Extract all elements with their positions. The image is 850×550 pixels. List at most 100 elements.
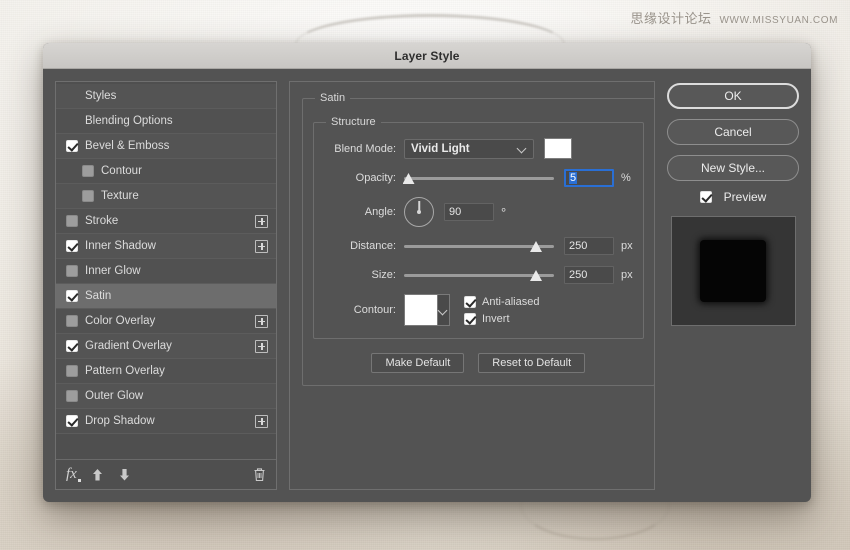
move-down-icon[interactable] [118, 468, 131, 482]
size-input[interactable]: 250 [564, 266, 614, 284]
add-effect-icon[interactable] [255, 340, 268, 353]
size-slider-track [404, 274, 554, 277]
size-slider[interactable] [404, 268, 554, 282]
sidebar-item-stroke[interactable]: Stroke [56, 209, 276, 234]
size-value: 250 [569, 269, 587, 281]
watermark-chinese-text: 思缘设计论坛 [631, 8, 712, 27]
anti-aliased-option[interactable]: Anti-aliased [464, 296, 539, 308]
checkbox[interactable] [66, 315, 78, 327]
angle-dial-hub [417, 210, 421, 214]
add-effect-icon[interactable] [255, 240, 268, 253]
dialog-titlebar[interactable]: Layer Style [43, 43, 811, 69]
sidebar-item-label: Gradient Overlay [85, 340, 255, 352]
contour-thumbnail [405, 295, 437, 325]
sidebar-item-inner-shadow[interactable]: Inner Shadow [56, 234, 276, 259]
checkbox[interactable] [66, 215, 78, 227]
distance-input[interactable]: 250 [564, 237, 614, 255]
blend-mode-value: Vivid Light [411, 143, 518, 155]
contour-row: Contour: [324, 294, 633, 326]
sidebar-item-color-overlay[interactable]: Color Overlay [56, 309, 276, 334]
blend-mode-row: Blend Mode: Vivid Light [324, 138, 633, 159]
satin-color-swatch[interactable] [544, 138, 572, 159]
checkbox[interactable] [66, 390, 78, 402]
delete-icon[interactable] [253, 467, 266, 482]
contour-dropdown-arrow[interactable] [437, 295, 449, 325]
invert-checkbox[interactable] [464, 313, 476, 325]
anti-aliased-label: Anti-aliased [482, 296, 539, 308]
sidebar-item-label: Pattern Overlay [85, 365, 255, 377]
checkbox[interactable] [66, 415, 78, 427]
blend-mode-select[interactable]: Vivid Light [404, 139, 534, 159]
sidebar-item-inner-glow[interactable]: Inner Glow [56, 259, 276, 284]
sidebar-item-label: Styles [85, 90, 255, 102]
new-style-button[interactable]: New Style... [667, 155, 799, 181]
fx-icon[interactable]: fx [66, 466, 77, 483]
structure-group-title: Structure [326, 116, 381, 128]
sidebar-item-label: Inner Glow [85, 265, 255, 277]
sidebar-item-drop-shadow[interactable]: Drop Shadow [56, 409, 276, 434]
sidebar-item-contour[interactable]: Contour [56, 159, 276, 184]
opacity-input[interactable]: 5 [564, 169, 614, 187]
chevron-down-icon [439, 306, 448, 315]
satin-settings-panel: Satin Structure Blend Mode: Vivid Light [289, 81, 655, 490]
checkbox[interactable] [66, 240, 78, 252]
add-effect-icon[interactable] [255, 315, 268, 328]
contour-picker[interactable] [404, 294, 450, 326]
checkbox[interactable] [66, 265, 78, 277]
angle-unit: ° [501, 208, 506, 217]
sidebar-item-label: Blending Options [85, 115, 255, 127]
sidebar-item-gradient-overlay[interactable]: Gradient Overlay [56, 334, 276, 359]
angle-label: Angle: [324, 206, 404, 218]
distance-unit: px [621, 240, 633, 252]
checkbox[interactable] [66, 140, 78, 152]
sidebar-item-bevel-emboss[interactable]: Bevel & Emboss [56, 134, 276, 159]
distance-value: 250 [569, 240, 587, 252]
make-default-button[interactable]: Make Default [371, 353, 464, 373]
preview-label: Preview [724, 190, 767, 204]
sidebar-item-blending-options[interactable]: Blending Options [56, 109, 276, 134]
checkbox[interactable] [82, 190, 94, 202]
distance-label: Distance: [324, 240, 404, 252]
dialog-actions: OK Cancel New Style... Preview [667, 81, 799, 490]
default-buttons: Make Default Reset to Default [313, 353, 644, 373]
cancel-button[interactable]: Cancel [667, 119, 799, 145]
anti-aliased-checkbox[interactable] [464, 296, 476, 308]
structure-group: Structure Blend Mode: Vivid Light Opacit… [313, 116, 644, 339]
sidebar-item-label: Stroke [85, 215, 255, 227]
styles-list[interactable]: Styles Blending Options Bevel & Emboss Cont… [56, 82, 276, 459]
dialog-body: Styles Blending Options Bevel & Emboss Cont… [43, 69, 811, 502]
angle-input[interactable]: 90 [444, 203, 494, 221]
invert-option[interactable]: Invert [464, 313, 539, 325]
add-effect-icon[interactable] [255, 215, 268, 228]
add-effect-icon[interactable] [255, 415, 268, 428]
watermark-url-text: WWW.MISSYUAN.COM [720, 15, 838, 26]
reset-to-default-button[interactable]: Reset to Default [478, 353, 585, 373]
preview-option[interactable]: Preview [667, 190, 799, 204]
checkbox[interactable] [66, 365, 78, 377]
satin-group: Satin Structure Blend Mode: Vivid Light [302, 92, 655, 386]
sidebar-item-outer-glow[interactable]: Outer Glow [56, 384, 276, 409]
sidebar-item-texture[interactable]: Texture [56, 184, 276, 209]
preview-checkbox[interactable] [700, 191, 712, 203]
satin-group-title: Satin [315, 92, 350, 104]
watermark: 思缘设计论坛 WWW.MISSYUAN.COM [631, 8, 839, 27]
checkbox[interactable] [82, 165, 94, 177]
size-row: Size: 250 px [324, 265, 633, 285]
checkbox[interactable] [66, 340, 78, 352]
sidebar-item-label: Bevel & Emboss [85, 140, 255, 152]
sidebar-item-satin[interactable]: Satin [56, 284, 276, 309]
angle-dial[interactable] [404, 197, 434, 227]
sidebar-item-label: Satin [85, 290, 255, 302]
checkbox[interactable] [66, 290, 78, 302]
preview-thumbnail [671, 216, 796, 326]
sidebar-item-label: Texture [101, 190, 255, 202]
sidebar-item-pattern-overlay[interactable]: Pattern Overlay [56, 359, 276, 384]
sidebar-item-styles[interactable]: Styles [56, 84, 276, 109]
opacity-row: Opacity: 5 % [324, 168, 633, 188]
move-up-icon[interactable] [91, 468, 104, 482]
ok-button[interactable]: OK [667, 83, 799, 109]
distance-slider[interactable] [404, 239, 554, 253]
size-unit: px [621, 269, 633, 281]
opacity-label: Opacity: [324, 172, 404, 184]
opacity-slider[interactable] [404, 171, 554, 185]
